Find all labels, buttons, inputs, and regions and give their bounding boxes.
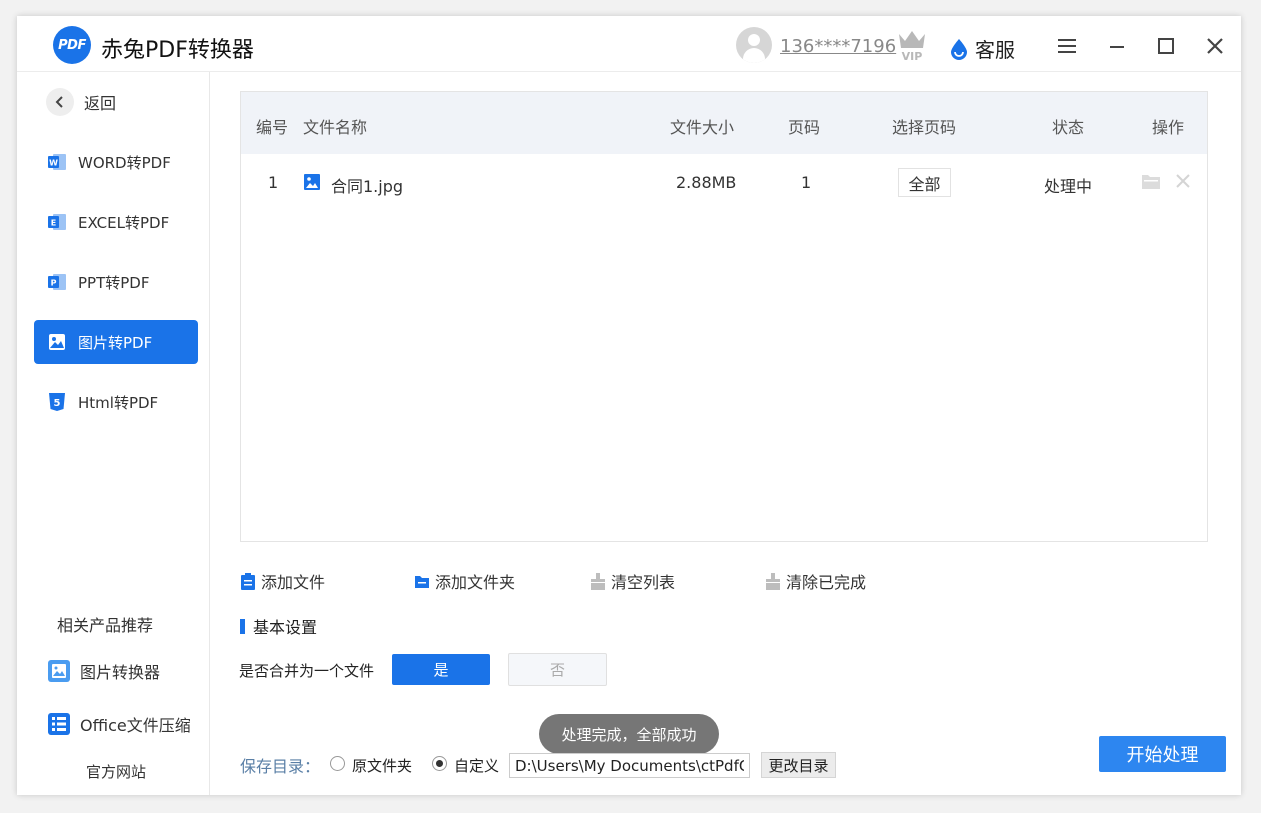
row-file-size: 2.88MB <box>676 173 737 192</box>
col-index: 编号 <box>256 118 289 137</box>
svg-text:P: P <box>51 279 57 288</box>
sidebar-item-label: 图片转PDF <box>78 333 153 352</box>
menu-icon[interactable] <box>1057 36 1077 56</box>
app-title: 赤兔PDF转换器 <box>101 38 254 63</box>
service-label: 客服 <box>975 38 1015 62</box>
recommend-title: 相关产品推荐 <box>57 616 154 635</box>
add-file-label: 添加文件 <box>261 573 326 592</box>
clear-done-label: 清除已完成 <box>786 573 867 592</box>
vip-crown-icon[interactable]: VIP <box>896 28 928 62</box>
recommend-image-converter[interactable]: 图片转换器 <box>47 659 160 683</box>
start-process-button[interactable]: 开始处理 <box>1099 736 1226 772</box>
radio-custom-folder[interactable] <box>432 756 447 771</box>
add-folder-button[interactable]: 添加文件夹 <box>414 569 515 593</box>
save-dir-label: 保存目录： <box>240 757 321 776</box>
col-pages: 页码 <box>788 118 821 137</box>
col-page-select: 选择页码 <box>892 118 957 137</box>
recommend-label: 图片转换器 <box>80 663 161 682</box>
table-header: 编号 文件名称 文件大小 页码 选择页码 状态 操作 <box>241 92 1207 154</box>
radio-original-label[interactable]: 原文件夹 <box>352 755 412 776</box>
radio-original-folder[interactable] <box>330 756 345 771</box>
excel-icon: E <box>48 214 66 230</box>
minimize-icon[interactable] <box>1107 36 1127 56</box>
vip-label: VIP <box>902 50 923 62</box>
recommend-label: Office文件压缩 <box>80 716 191 735</box>
image-icon <box>49 334 65 350</box>
sidebar-item-label: PPT转PDF <box>78 273 150 292</box>
add-file-button[interactable]: 添加文件 <box>240 569 325 593</box>
broom-icon <box>591 572 605 590</box>
app-logo: PDF <box>53 26 91 64</box>
service-drop-icon <box>951 38 967 60</box>
sidebar-item-label: WORD转PDF <box>78 153 171 172</box>
change-dir-button[interactable]: 更改目录 <box>761 752 836 778</box>
clear-list-label: 清空列表 <box>611 573 676 592</box>
image-file-icon <box>304 174 320 190</box>
app-window: PDF 赤兔PDF转换器 136****7196 VIP 客服 返回 W WOR… <box>17 16 1241 795</box>
folder-icon <box>415 575 429 588</box>
sidebar-item-image[interactable]: 图片转PDF <box>34 320 198 364</box>
col-actions: 操作 <box>1152 118 1185 137</box>
clipboard-icon <box>241 572 255 590</box>
svg-text:E: E <box>51 219 56 228</box>
col-name: 文件名称 <box>303 118 368 137</box>
page-select-button[interactable]: 全部 <box>898 168 951 197</box>
svg-text:5: 5 <box>54 398 61 409</box>
sidebar-item-label: Html转PDF <box>78 393 159 412</box>
title-bar: PDF 赤兔PDF转换器 136****7196 VIP 客服 <box>17 16 1241 72</box>
clear-list-button[interactable]: 清空列表 <box>590 569 675 593</box>
recommend-office-compress[interactable]: Office文件压缩 <box>47 712 191 736</box>
customer-service-button[interactable]: 客服 <box>950 34 1015 63</box>
delete-icon[interactable] <box>1175 173 1191 189</box>
user-phone[interactable]: 136****7196 <box>780 36 896 57</box>
file-table: 编号 文件名称 文件大小 页码 选择页码 状态 操作 1 合同1.jpg 2.8… <box>240 91 1208 542</box>
broom-icon <box>766 572 780 590</box>
basic-settings-title: 基本设置 <box>240 614 317 638</box>
avatar[interactable] <box>736 27 772 63</box>
col-size: 文件大小 <box>670 118 735 137</box>
maximize-icon[interactable] <box>1156 36 1176 56</box>
sidebar-item-ppt[interactable]: P PPT转PDF <box>34 260 198 304</box>
sidebar-item-label: EXCEL转PDF <box>78 213 170 232</box>
row-status: 处理中 <box>1044 177 1093 196</box>
clear-done-button[interactable]: 清除已完成 <box>765 569 866 593</box>
merge-no-button[interactable]: 否 <box>508 653 607 686</box>
sidebar-item-html[interactable]: 5 Html转PDF <box>34 380 198 424</box>
row-file-name: 合同1.jpg <box>331 177 404 196</box>
merge-label: 是否合并为一个文件 <box>239 662 375 680</box>
office-compress-icon <box>48 713 70 735</box>
table-row[interactable]: 1 合同1.jpg 2.88MB 1 全部 处理中 <box>241 154 1207 212</box>
section-title-text: 基本设置 <box>253 618 318 637</box>
save-path-input[interactable] <box>509 753 750 778</box>
add-folder-label: 添加文件夹 <box>435 573 516 592</box>
back-label: 返回 <box>84 94 117 113</box>
sidebar: 返回 W WORD转PDF E EXCEL转PDF P PPT转PDF 图片转P… <box>17 72 210 795</box>
toast-message: 处理完成，全部成功 <box>539 714 719 754</box>
close-icon[interactable] <box>1205 36 1225 56</box>
chevron-left-icon <box>46 88 74 116</box>
merge-yes-button[interactable]: 是 <box>392 654 490 685</box>
row-index: 1 <box>268 173 279 192</box>
word-icon: W <box>48 154 66 170</box>
sidebar-item-word[interactable]: W WORD转PDF <box>34 140 198 184</box>
ppt-icon: P <box>48 274 66 290</box>
image-converter-icon <box>48 660 70 682</box>
row-pages: 1 <box>801 173 812 192</box>
svg-text:W: W <box>49 159 58 168</box>
html5-icon: 5 <box>49 393 65 411</box>
back-button[interactable]: 返回 <box>46 88 116 116</box>
official-website-link[interactable]: 官方网站 <box>86 761 146 782</box>
open-folder-icon[interactable] <box>1141 173 1161 190</box>
col-status: 状态 <box>1052 118 1085 137</box>
sidebar-item-excel[interactable]: E EXCEL转PDF <box>34 200 198 244</box>
radio-custom-label[interactable]: 自定义 <box>454 755 499 776</box>
